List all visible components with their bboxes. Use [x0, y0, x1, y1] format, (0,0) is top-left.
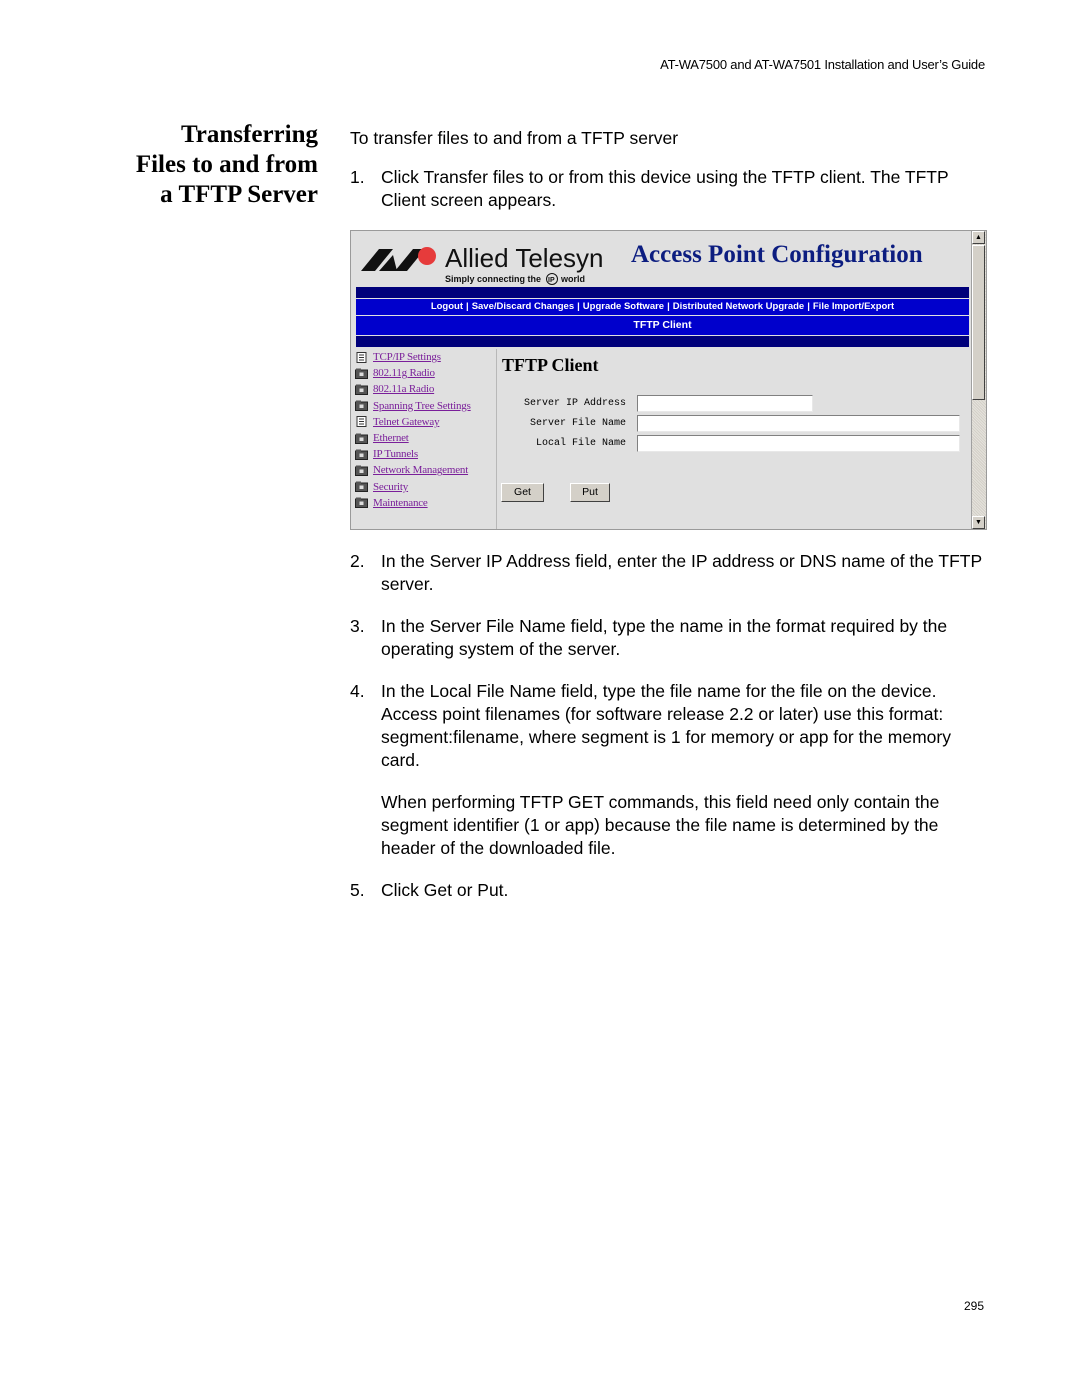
- local-file-label: Local File Name: [535, 438, 626, 449]
- step-4-note: When performing TFTP GET commands, this …: [381, 792, 940, 858]
- brand-tagline-ip: IP: [548, 277, 555, 284]
- sidebar-item[interactable]: Spanning Tree Settings: [354, 398, 496, 414]
- form-heading: TFTP Client: [502, 355, 599, 375]
- step-3: 3. In the Server File Name field, type t…: [350, 615, 990, 661]
- tftp-client-screenshot: Allied Telesyn Simply connecting the IP …: [350, 230, 987, 530]
- folder-icon: [355, 481, 368, 493]
- scroll-down-icon[interactable]: ▼: [972, 516, 985, 529]
- section-title-line: Transferring: [180, 121, 318, 148]
- sidebar-item[interactable]: IP Tunnels: [354, 446, 496, 462]
- top-nav: Logout | Save/Discard Changes | Upgrade Soft…: [356, 299, 969, 315]
- document-icon: [355, 416, 368, 428]
- step-text: In the Local File Name field, type the f…: [381, 681, 951, 770]
- step-number: 4.: [350, 681, 365, 701]
- sidebar-item-label[interactable]: Maintenance: [373, 497, 428, 509]
- sidebar-item-label[interactable]: Ethernet: [373, 432, 409, 444]
- brand-tagline-pre: Simply connecting the: [445, 274, 541, 284]
- step-text: Click Transfer files to or from this dev…: [381, 167, 949, 210]
- local-file-input[interactable]: [637, 435, 960, 452]
- sidebar-item-label[interactable]: Telnet Gateway: [373, 416, 440, 428]
- section-title-line: a TFTP Server: [160, 181, 318, 208]
- server-ip-row: Server IP Address: [499, 395, 969, 415]
- server-file-input[interactable]: [637, 415, 960, 432]
- nav-upgrade-software[interactable]: Upgrade Software: [580, 301, 667, 312]
- page-breadcrumb: TFTP Client: [356, 316, 969, 335]
- app-title: Access Point Configuration: [631, 241, 923, 268]
- brand-tagline-post: world: [560, 274, 585, 284]
- folder-icon: [355, 384, 368, 395]
- scroll-up-icon[interactable]: ▲: [972, 231, 985, 244]
- get-button[interactable]: Get: [501, 483, 544, 502]
- folder-icon: [355, 449, 368, 460]
- tftp-form: TFTP Client Server IP Address Server Fil…: [499, 349, 969, 529]
- sidebar-item-label[interactable]: TCP/IP Settings: [373, 351, 441, 363]
- sidebar-item[interactable]: Security: [354, 479, 496, 495]
- section-title-line: Files to and from: [135, 151, 318, 178]
- sidebar-item[interactable]: 802.11a Radio: [354, 381, 496, 397]
- step-5: 5. Click Get or Put.: [350, 879, 990, 902]
- nav-band-top: [356, 287, 969, 298]
- step-2: 2. In the Server IP Address field, enter…: [350, 550, 990, 596]
- nav-band-bottom: [356, 336, 969, 347]
- document-icon: [355, 351, 368, 363]
- sidebar-item[interactable]: 802.11g Radio: [354, 365, 496, 381]
- server-file-row: Server File Name: [499, 415, 969, 435]
- sidebar-item-label[interactable]: 802.11a Radio: [373, 383, 434, 395]
- sidebar-item[interactable]: Network Management: [354, 462, 496, 478]
- sidebar-item[interactable]: TCP/IP Settings: [354, 349, 496, 365]
- folder-icon: [355, 465, 368, 476]
- step-number: 5.: [350, 880, 365, 900]
- step-4: 4. In the Local File Name field, type th…: [350, 680, 990, 772]
- procedure-continued: 2. In the Server IP Address field, enter…: [350, 550, 990, 921]
- local-file-row: Local File Name: [499, 435, 969, 455]
- step-text: Click Get or Put.: [381, 880, 509, 900]
- vertical-scrollbar[interactable]: ▲ ▼: [971, 231, 986, 529]
- page-number: 295: [963, 1299, 984, 1313]
- nav-save-discard[interactable]: Save/Discard Changes: [469, 301, 577, 312]
- folder-icon: [355, 497, 368, 509]
- procedure-intro: To transfer files to and from a TFTP ser…: [350, 128, 679, 148]
- sidebar-item[interactable]: Telnet Gateway: [354, 414, 496, 430]
- folder-icon: [355, 400, 368, 412]
- sidebar-item-label[interactable]: Security: [373, 481, 408, 493]
- nav-distributed-upgrade[interactable]: Distributed Network Upgrade: [670, 301, 807, 312]
- procedure: To transfer files to and from a TFTP ser…: [350, 127, 990, 231]
- server-file-label: Server File Name: [529, 418, 626, 429]
- step-number: 3.: [350, 616, 365, 636]
- brand-name: Allied Telesyn: [445, 243, 604, 273]
- folder-icon: [355, 368, 368, 379]
- running-header: AT-WA7500 and AT-WA7501 Installation and…: [660, 57, 985, 72]
- sidebar-item[interactable]: Ethernet: [354, 430, 496, 446]
- section-title: Transferring Files to and from a TFTP Se…: [100, 120, 318, 210]
- nav-file-import-export[interactable]: File Import/Export: [810, 301, 897, 312]
- sidebar-item-label[interactable]: Network Management: [373, 464, 468, 476]
- put-button[interactable]: Put: [570, 483, 610, 502]
- step-number: 1.: [350, 167, 365, 187]
- step-text: In the Server IP Address field, enter th…: [381, 551, 982, 594]
- config-sidebar: TCP/IP Settings 802.11g Radio 802.11a Radi…: [354, 349, 497, 529]
- sidebar-item-label[interactable]: 802.11g Radio: [373, 367, 435, 379]
- nav-logout[interactable]: Logout: [428, 301, 466, 312]
- sidebar-item-label[interactable]: IP Tunnels: [373, 448, 418, 460]
- step-text: In the Server File Name field, type the …: [381, 616, 948, 659]
- server-ip-input[interactable]: [637, 395, 813, 412]
- server-ip-label: Server IP Address: [523, 398, 626, 409]
- sidebar-item-label[interactable]: Spanning Tree Settings: [373, 400, 471, 412]
- folder-icon: [355, 433, 368, 444]
- step-1: 1. Click Transfer files to or from this …: [350, 166, 990, 212]
- sidebar-item[interactable]: Maintenance: [354, 495, 496, 511]
- allied-telesyn-logo: Allied Telesyn Simply connecting the IP …: [361, 243, 604, 285]
- step-number: 2.: [350, 551, 365, 571]
- scroll-thumb[interactable]: [972, 245, 985, 400]
